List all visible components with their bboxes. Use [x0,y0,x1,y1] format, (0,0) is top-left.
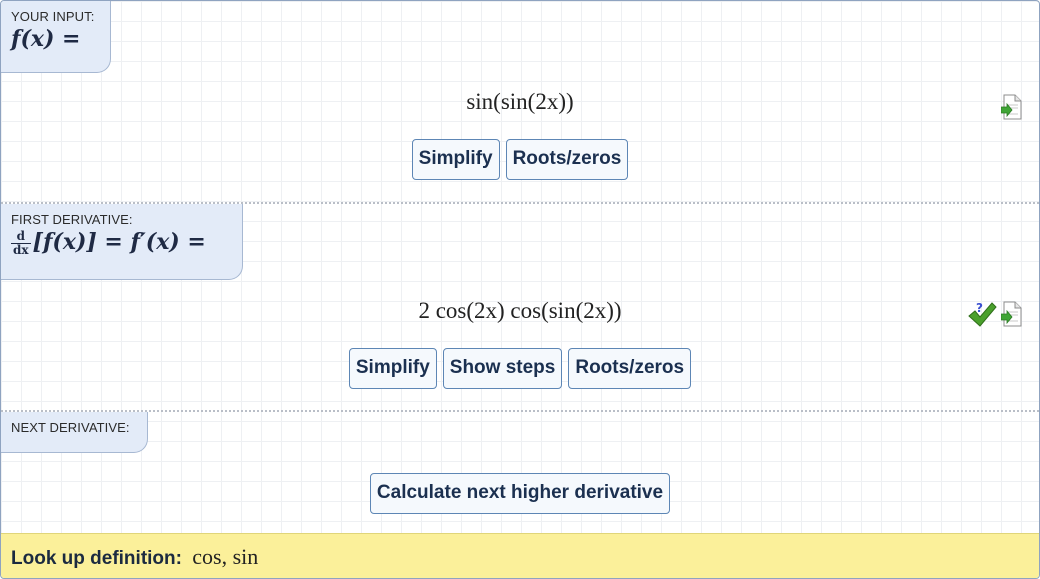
show-steps-button[interactable]: Show steps [442,348,563,389]
next-derivative-section: NEXT DERIVATIVE: Calculate next higher d… [1,410,1039,535]
derivative-expression: 2 cos(2x) cos(sin(2x)) [418,298,622,323]
next-derivative-label: NEXT DERIVATIVE: [11,420,130,435]
input-label: YOUR INPUT: [11,9,95,24]
derivative-label-box: FIRST DERIVATIVE: d dx [f(x)] = f′(x) = [1,204,243,280]
input-label-box: YOUR INPUT: f(x) = [1,1,111,73]
export-document-icon[interactable] [1000,94,1023,120]
roots-zeros-button[interactable]: Roots/zeros [568,348,692,389]
export-document-icon[interactable] [1000,301,1023,327]
input-function-lhs: f(x) = [11,26,81,52]
roots-zeros-button[interactable]: Roots/zeros [505,139,629,180]
next-label-box: NEXT DERIVATIVE: [1,412,148,453]
d-dx-fraction: d dx [11,228,31,257]
next-button-row: Calculate next higher derivative [1,473,1039,514]
check-answer-icon[interactable]: ? [967,300,997,328]
input-expression: sin(sin(2x)) [466,89,574,114]
calculate-next-derivative-button[interactable]: Calculate next higher derivative [369,473,671,514]
derivative-calculator-result: YOUR INPUT: f(x) = sin(sin(2x)) Simplify… [0,0,1040,579]
derivative-lhs: d dx [f(x)] = f′(x) = [11,229,232,257]
derivative-label: FIRST DERIVATIVE: [11,212,133,227]
lookup-label: Look up definition: [11,548,182,569]
lookup-terms-link[interactable]: cos, sin [192,544,258,569]
lookup-definition-bar: Look up definition: cos, sin [1,533,1039,578]
input-section: YOUR INPUT: f(x) = sin(sin(2x)) Simplify… [1,1,1039,201]
simplify-button[interactable]: Simplify [348,348,437,389]
svg-text:?: ? [976,301,983,315]
first-derivative-section: FIRST DERIVATIVE: d dx [f(x)] = f′(x) = … [1,202,1039,411]
input-button-row: Simplify Roots/zeros [1,139,1039,180]
derivative-lhs-text: [f(x)] = f′(x) = [32,229,206,255]
simplify-button[interactable]: Simplify [411,139,500,180]
derivative-button-row: Simplify Show steps Roots/zeros [1,348,1039,389]
